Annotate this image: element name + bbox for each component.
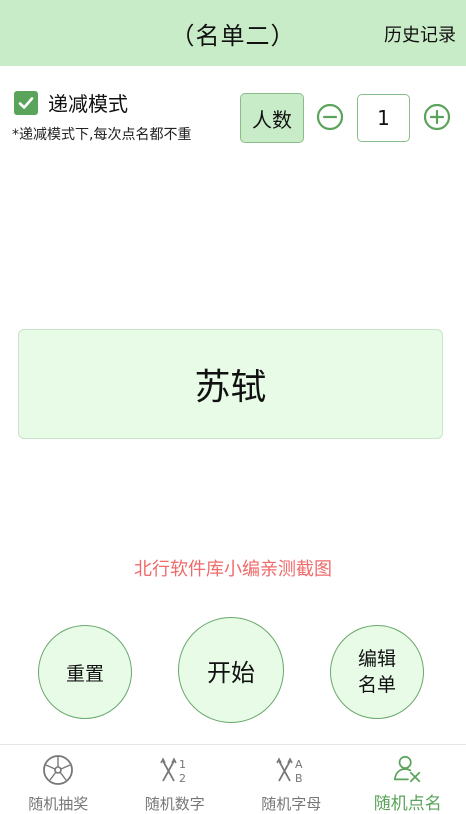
tab-random-lottery[interactable]: 随机抽奖: [0, 745, 117, 814]
minus-icon[interactable]: [316, 103, 344, 131]
tab-random-roll-call[interactable]: 随机点名: [350, 745, 466, 814]
start-button-label: 开始: [207, 658, 255, 687]
reset-button-label: 重置: [65, 662, 104, 685]
decrement-mode-toggle[interactable]: 递减模式: [14, 88, 128, 117]
reset-button[interactable]: 重置: [38, 625, 132, 719]
wheel-icon: [43, 755, 74, 785]
decrement-mode-checkbox[interactable]: [14, 90, 38, 115]
svg-text:B: B: [295, 772, 303, 785]
tab-random-numbers[interactable]: 1 2 随机数字: [117, 745, 234, 814]
person-select-icon: [393, 755, 420, 783]
checkmark-icon: [18, 96, 34, 109]
edit-list-button[interactable]: 编辑 名单: [330, 625, 424, 719]
tab-label: 随机抽奖: [28, 795, 89, 813]
tab-label: 随机数字: [144, 795, 205, 813]
edit-list-label-line1: 编辑: [357, 648, 396, 670]
tab-label: 随机点名: [373, 794, 442, 814]
result-name: 苏轼: [194, 367, 267, 408]
count-button[interactable]: 人数: [240, 93, 304, 143]
bottom-tab-bar: 随机抽奖 1 2 随机数字 A B 随机字母 随机点名: [0, 744, 466, 814]
plus-icon[interactable]: [423, 103, 451, 131]
shuffle-numbers-icon: 1 2: [160, 757, 186, 785]
app-header: （名单二） 历史记录: [0, 0, 466, 66]
shuffle-letters-icon: A B: [276, 757, 303, 785]
svg-text:1: 1: [179, 758, 186, 771]
start-button[interactable]: 开始: [178, 617, 284, 723]
svg-text:A: A: [295, 758, 303, 771]
result-card: 苏轼: [18, 329, 443, 439]
decrement-mode-note: *递减模式下,每次点名都不重: [12, 127, 192, 143]
edit-list-label-line2: 名单: [357, 674, 396, 696]
tab-random-letters[interactable]: A B 随机字母: [233, 745, 350, 814]
history-button[interactable]: 历史记录: [384, 21, 456, 47]
tab-label: 随机字母: [261, 795, 322, 813]
svg-text:2: 2: [179, 772, 186, 785]
watermark-text: 北行软件库小编亲测截图: [134, 559, 332, 580]
count-value[interactable]: 1: [357, 94, 410, 142]
decrement-mode-label: 递减模式: [48, 92, 128, 116]
